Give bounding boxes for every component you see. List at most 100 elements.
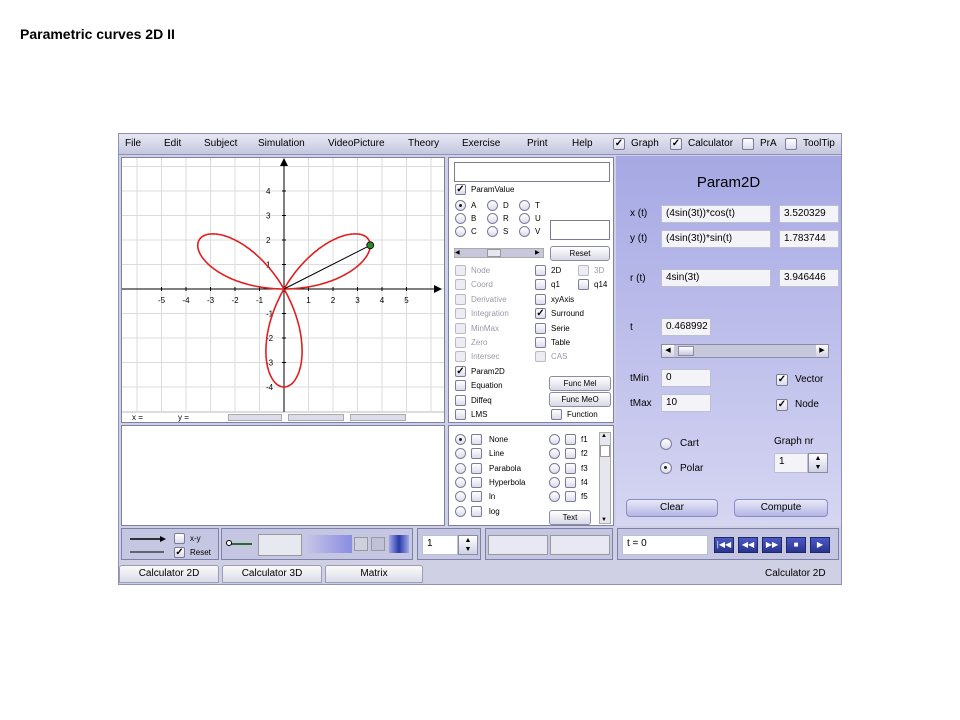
fit-radio-none[interactable] <box>455 434 466 445</box>
letter-radio-a[interactable] <box>455 200 466 211</box>
fit-checkbox-hyperbola[interactable] <box>471 476 482 488</box>
tmax-input[interactable]: 10 <box>661 394 711 412</box>
slider-thumb[interactable] <box>487 249 501 257</box>
color-swatch[interactable] <box>258 534 302 556</box>
slot-checkbox-f5[interactable] <box>565 491 576 503</box>
slider-left-icon[interactable]: ◀ <box>455 249 463 257</box>
t-value[interactable]: 0.468992 <box>661 318 711 336</box>
y-t-expression[interactable]: (4sin(3t))*sin(t) <box>661 230 771 248</box>
menu-file[interactable]: File <box>125 138 141 149</box>
menu-videopicture[interactable]: VideoPicture <box>328 138 385 149</box>
fit-radio-hyperbola[interactable] <box>455 476 466 488</box>
table-checkbox[interactable] <box>535 337 546 348</box>
color-option-2[interactable] <box>371 537 385 551</box>
zero-checkbox[interactable] <box>455 337 466 348</box>
letter-input[interactable] <box>550 220 610 240</box>
line-width-input[interactable]: 1 <box>422 535 458 555</box>
derivative-checkbox[interactable] <box>455 293 466 305</box>
letter-radio-t[interactable] <box>519 200 530 211</box>
t-slider-thumb[interactable] <box>678 346 694 356</box>
letter-radio-v[interactable] <box>519 226 530 237</box>
tmin-input[interactable]: 0 <box>661 369 711 387</box>
graph-zoom-scrollbar[interactable] <box>350 414 406 421</box>
stop-icon[interactable]: ■ <box>786 537 806 553</box>
scroll-thumb[interactable] <box>600 445 610 457</box>
compute-button[interactable]: Compute <box>734 499 828 517</box>
fit-checkbox-none[interactable] <box>471 434 482 445</box>
slot-radio-f1[interactable] <box>549 434 560 445</box>
fit-radio-ln[interactable] <box>455 491 466 503</box>
fit-checkbox-line[interactable] <box>471 448 482 460</box>
slot-radio-f4[interactable] <box>549 476 560 488</box>
t-slider[interactable]: ◀ ▶ <box>661 344 829 358</box>
polar-radio[interactable] <box>660 462 672 474</box>
menu-simulation[interactable]: Simulation <box>258 138 305 149</box>
rewind-icon[interactable]: ◀◀ <box>738 537 758 553</box>
menu-print[interactable]: Print <box>527 138 548 149</box>
letter-radio-r[interactable] <box>487 213 498 224</box>
fit-checkbox-parabola[interactable] <box>471 462 482 474</box>
graph-nr-stepper[interactable]: ▲ ▼ <box>808 453 828 473</box>
func-meo-button[interactable]: Func MeO <box>549 392 611 407</box>
graph-x-scrollbar[interactable] <box>228 414 282 421</box>
graph-canvas[interactable]: -5 -4 -3 -2 -1 1 2 3 4 54321-1-2-3-4 <box>122 158 444 422</box>
param-value-checkbox[interactable]: ✓ <box>455 184 466 195</box>
cart-radio[interactable] <box>660 438 672 450</box>
minmax-checkbox[interactable] <box>455 322 466 334</box>
func-mel-button[interactable]: Func Mel <box>549 376 611 391</box>
fit-radio-log[interactable] <box>455 505 466 517</box>
diffeq-checkbox[interactable] <box>455 394 466 406</box>
scroll-down-icon[interactable]: ▼ <box>601 517 607 523</box>
r-t-expression[interactable]: 4sin(3t) <box>661 269 771 287</box>
text-button[interactable]: Text <box>549 510 591 525</box>
skip-start-icon[interactable]: |◀◀ <box>714 537 734 553</box>
reset-button[interactable]: Reset <box>550 246 610 261</box>
integration-checkbox[interactable] <box>455 308 466 320</box>
menu-help[interactable]: Help <box>572 138 593 149</box>
menu-theory[interactable]: Theory <box>408 138 439 149</box>
graph-nr-input[interactable]: 1 <box>774 453 808 473</box>
t-slider-right-icon[interactable]: ▶ <box>816 345 828 357</box>
q1-checkbox[interactable] <box>535 279 546 291</box>
xyaxis-checkbox[interactable] <box>535 293 546 305</box>
letter-radio-d[interactable] <box>487 200 498 211</box>
tab-calculator-3d[interactable]: Calculator 3D <box>222 565 322 583</box>
slot-radio-f2[interactable] <box>549 448 560 460</box>
slot-checkbox-f4[interactable] <box>565 476 576 488</box>
q14-checkbox[interactable] <box>578 279 589 290</box>
fit-checkbox-log[interactable] <box>471 505 482 517</box>
menu-edit[interactable]: Edit <box>164 138 181 149</box>
function-checkbox[interactable] <box>551 409 562 420</box>
fast-forward-icon[interactable]: ▶▶ <box>762 537 782 553</box>
slot-radio-f3[interactable] <box>549 462 560 474</box>
x-y-checkbox[interactable] <box>174 533 185 544</box>
coord-checkbox[interactable] <box>455 279 466 291</box>
lms-checkbox[interactable] <box>455 409 466 420</box>
node-checkbox[interactable]: ✓ <box>776 399 788 411</box>
clear-button[interactable]: Clear <box>626 499 718 517</box>
param2d-checkbox[interactable]: ✓ <box>455 365 466 377</box>
fit-scrollbar[interactable]: ▲ ▼ <box>599 432 611 524</box>
color-option-1[interactable] <box>354 537 368 551</box>
x-t-expression[interactable]: (4sin(3t))*cos(t) <box>661 205 771 223</box>
play-icon[interactable]: ▶ <box>810 537 830 553</box>
pra-toggle-checkbox[interactable] <box>742 138 754 150</box>
tooltip-toggle-checkbox[interactable] <box>785 138 797 150</box>
slot-radio-f5[interactable] <box>549 491 560 503</box>
fit-radio-line[interactable] <box>455 448 466 460</box>
fit-checkbox-ln[interactable] <box>471 491 482 503</box>
graph-y-scrollbar[interactable] <box>288 414 344 421</box>
scroll-up-icon[interactable]: ▲ <box>601 433 607 439</box>
t-slider-left-icon[interactable]: ◀ <box>662 345 674 357</box>
node-checkbox[interactable] <box>455 265 466 276</box>
2d-checkbox[interactable] <box>535 265 546 276</box>
menu-exercise[interactable]: Exercise <box>462 138 500 149</box>
color-option-3[interactable] <box>389 535 409 553</box>
vector-checkbox[interactable]: ✓ <box>776 374 788 386</box>
menu-subject[interactable]: Subject <box>204 138 237 149</box>
serie-checkbox[interactable] <box>535 322 546 334</box>
surround-checkbox[interactable]: ✓ <box>535 308 546 320</box>
tab-calculator-2d[interactable]: Calculator 2D <box>119 565 219 583</box>
tab-matrix[interactable]: Matrix <box>325 565 423 583</box>
reset-checkbox[interactable]: ✓ <box>174 547 185 558</box>
